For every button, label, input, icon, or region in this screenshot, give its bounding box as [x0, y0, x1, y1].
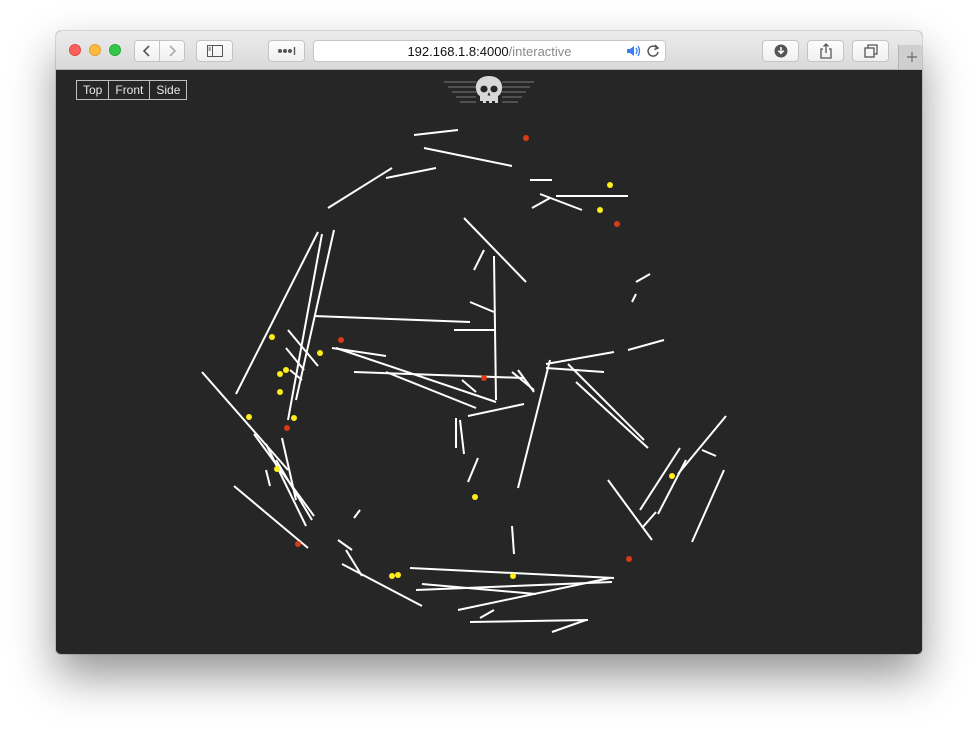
line-segment [627, 339, 665, 351]
sidebar-icon [206, 45, 223, 57]
3d-viewport[interactable]: Top Front Side [56, 70, 922, 654]
plus-icon [907, 52, 917, 62]
node-red[interactable] [284, 425, 290, 431]
line-segment [341, 563, 423, 607]
line-segment [517, 359, 551, 489]
chevron-right-icon [169, 45, 177, 57]
node-yellow[interactable] [669, 473, 675, 479]
line-segment [551, 619, 587, 633]
line-segment [275, 459, 313, 521]
maximize-window-button[interactable] [109, 44, 121, 56]
node-yellow[interactable] [597, 207, 603, 213]
node-red[interactable] [523, 135, 529, 141]
node-yellow[interactable] [274, 466, 280, 472]
download-button[interactable] [762, 40, 799, 62]
more-button[interactable] [268, 40, 305, 62]
line-segment [235, 231, 319, 395]
browser-window: 192.168.1.8:4000/interactive Top Front S… [56, 31, 922, 654]
node-red[interactable] [614, 221, 620, 227]
title-bar: 192.168.1.8:4000/interactive [56, 31, 922, 70]
line-segment [531, 197, 551, 209]
view-mode-buttons: Top Front Side [76, 80, 188, 100]
sidebar-button[interactable] [196, 40, 233, 62]
skull-icon [444, 76, 534, 103]
node-yellow[interactable] [317, 350, 323, 356]
node-yellow[interactable] [607, 182, 613, 188]
line-segment [313, 315, 471, 323]
line-segment [295, 229, 335, 401]
line-segment [353, 371, 525, 379]
node-yellow[interactable] [283, 367, 289, 373]
line-segment [457, 577, 611, 611]
line-segment [639, 447, 681, 511]
line-segment [469, 301, 495, 313]
download-icon [774, 44, 787, 58]
line-segment [467, 403, 525, 417]
line-segment [545, 351, 615, 365]
line-segment [607, 479, 653, 541]
url-host: 192.168.1.8:4000 [407, 43, 509, 59]
share-icon [819, 43, 832, 59]
line-segment [473, 249, 485, 271]
line-segment [265, 469, 271, 487]
line-segment [641, 511, 657, 529]
new-tab-button[interactable] [898, 45, 922, 69]
line-segment [423, 147, 513, 167]
node-yellow[interactable] [510, 573, 516, 579]
line-segment [701, 449, 717, 457]
line-segment [413, 129, 459, 136]
line-segment [459, 419, 465, 455]
line-segment [353, 509, 361, 519]
line-segment [479, 609, 495, 619]
scene-canvas[interactable] [56, 70, 922, 654]
node-red[interactable] [626, 556, 632, 562]
chevron-left-icon [142, 45, 150, 57]
url-path: /interactive [508, 43, 572, 59]
node-yellow[interactable] [277, 371, 283, 377]
node-yellow[interactable] [472, 494, 478, 500]
reload-icon[interactable] [646, 44, 660, 61]
node-red[interactable] [338, 337, 344, 343]
forward-button[interactable] [160, 41, 184, 61]
node-yellow[interactable] [395, 572, 401, 578]
back-button[interactable] [135, 41, 159, 61]
view-front-button[interactable]: Front [108, 81, 149, 99]
node-red[interactable] [295, 541, 301, 547]
node-yellow[interactable] [277, 389, 283, 395]
minimize-window-button[interactable] [89, 44, 101, 56]
ellipsis-icon [277, 47, 295, 55]
line-segment [327, 167, 393, 209]
address-bar[interactable]: 192.168.1.8:4000/interactive [313, 40, 666, 62]
node-yellow[interactable] [389, 573, 395, 579]
line-segment [631, 293, 637, 303]
line-segments [201, 129, 727, 633]
line-segment [677, 415, 727, 475]
share-button[interactable] [807, 40, 844, 62]
line-segment [635, 273, 651, 283]
line-segment [567, 363, 645, 441]
speaker-icon[interactable] [626, 44, 642, 61]
line-segment [337, 539, 353, 551]
line-segment [469, 619, 589, 623]
line-segment [467, 457, 479, 483]
line-segment [511, 371, 535, 391]
view-side-button[interactable]: Side [149, 81, 186, 99]
line-segment [385, 167, 437, 179]
line-segment [345, 549, 363, 577]
navigation-buttons [134, 40, 185, 62]
line-segment [575, 381, 649, 449]
tabs-icon [863, 44, 878, 58]
node-yellow[interactable] [246, 414, 252, 420]
node-yellow[interactable] [291, 415, 297, 421]
line-segment [201, 371, 289, 471]
node-yellow[interactable] [269, 334, 275, 340]
view-top-button[interactable]: Top [77, 81, 108, 99]
line-segment [691, 469, 725, 543]
line-segment [511, 525, 515, 555]
line-segment [287, 233, 323, 421]
line-segment [493, 255, 497, 401]
node-red[interactable] [481, 375, 487, 381]
close-window-button[interactable] [69, 44, 81, 56]
tabs-button[interactable] [852, 40, 889, 62]
